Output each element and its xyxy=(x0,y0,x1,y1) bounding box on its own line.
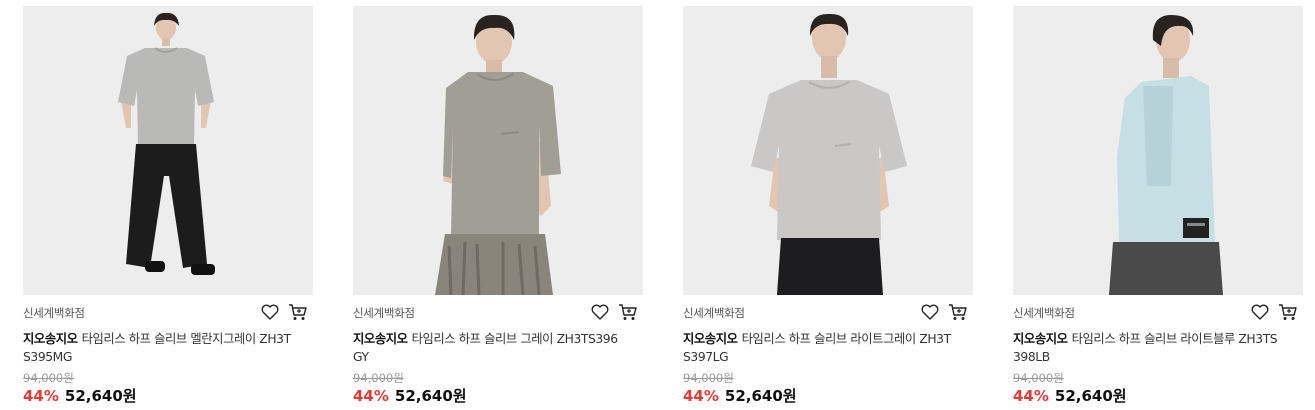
heart-icon[interactable] xyxy=(590,302,610,322)
price-row: 44% 52,640원 xyxy=(23,385,137,406)
cart-icon[interactable] xyxy=(947,302,967,322)
brand-name: 지오송지오 xyxy=(683,332,738,346)
sale-price: 52,640원 xyxy=(64,387,137,405)
seller-row: 신세계백화점 xyxy=(353,302,643,322)
product-title[interactable]: 지오송지오 타임리스 하프 슬리브 그레이 ZH3TS396GY xyxy=(353,330,623,366)
heart-icon[interactable] xyxy=(920,302,940,322)
product-image[interactable] xyxy=(353,6,643,295)
product-card[interactable]: 신세계백화점 지오송지오 타임리스 하프 슬리브 그레이 ZH3TS396GY 9… xyxy=(353,6,643,410)
seller-name: 신세계백화점 xyxy=(353,306,415,320)
product-title[interactable]: 지오송지오 타임리스 하프 슬리브 멜란지그레이 ZH3TS395MG xyxy=(23,330,293,366)
seller-name: 신세계백화점 xyxy=(683,306,745,320)
sale-price: 52,640원 xyxy=(1054,387,1127,405)
discount-rate: 44% xyxy=(1013,387,1049,405)
product-card[interactable]: 신세계백화점 지오송지오 타임리스 하프 슬리브 멜란지그레이 ZH3TS395M… xyxy=(23,6,313,410)
sale-price: 52,640원 xyxy=(394,387,467,405)
discount-rate: 44% xyxy=(353,387,389,405)
product-card[interactable]: 신세계백화점 지오송지오 타임리스 하프 슬리브 라이트그레이 ZH3TS397L… xyxy=(683,6,973,410)
cart-icon[interactable] xyxy=(617,302,637,322)
heart-icon[interactable] xyxy=(260,302,280,322)
product-image[interactable] xyxy=(1013,6,1303,295)
seller-name: 신세계백화점 xyxy=(1013,306,1075,320)
brand-name: 지오송지오 xyxy=(23,332,78,346)
price-row: 44% 52,640원 xyxy=(1013,385,1127,406)
original-price: 94,000원 xyxy=(1013,371,1064,385)
sale-price: 52,640원 xyxy=(724,387,797,405)
product-image[interactable] xyxy=(23,6,313,295)
cart-icon[interactable] xyxy=(287,302,307,322)
seller-row: 신세계백화점 xyxy=(23,302,313,322)
price-row: 44% 52,640원 xyxy=(683,385,797,406)
product-title[interactable]: 지오송지오 타임리스 하프 슬리브 라이트블루 ZH3TS398LB xyxy=(1013,330,1283,366)
brand-name: 지오송지오 xyxy=(353,332,408,346)
original-price: 94,000원 xyxy=(353,371,404,385)
discount-rate: 44% xyxy=(683,387,719,405)
original-price: 94,000원 xyxy=(23,371,74,385)
seller-name: 신세계백화점 xyxy=(23,306,85,320)
discount-rate: 44% xyxy=(23,387,59,405)
seller-row: 신세계백화점 xyxy=(1013,302,1303,322)
heart-icon[interactable] xyxy=(1250,302,1270,322)
product-grid: 신세계백화점 지오송지오 타임리스 하프 슬리브 멜란지그레이 ZH3TS395M… xyxy=(23,6,1313,410)
original-price: 94,000원 xyxy=(683,371,734,385)
cart-icon[interactable] xyxy=(1277,302,1297,322)
product-title[interactable]: 지오송지오 타임리스 하프 슬리브 라이트그레이 ZH3TS397LG xyxy=(683,330,953,366)
brand-name: 지오송지오 xyxy=(1013,332,1068,346)
price-row: 44% 52,640원 xyxy=(353,385,467,406)
product-card[interactable]: 신세계백화점 지오송지오 타임리스 하프 슬리브 라이트블루 ZH3TS398LB… xyxy=(1013,6,1303,410)
seller-row: 신세계백화점 xyxy=(683,302,973,322)
product-image[interactable] xyxy=(683,6,973,295)
